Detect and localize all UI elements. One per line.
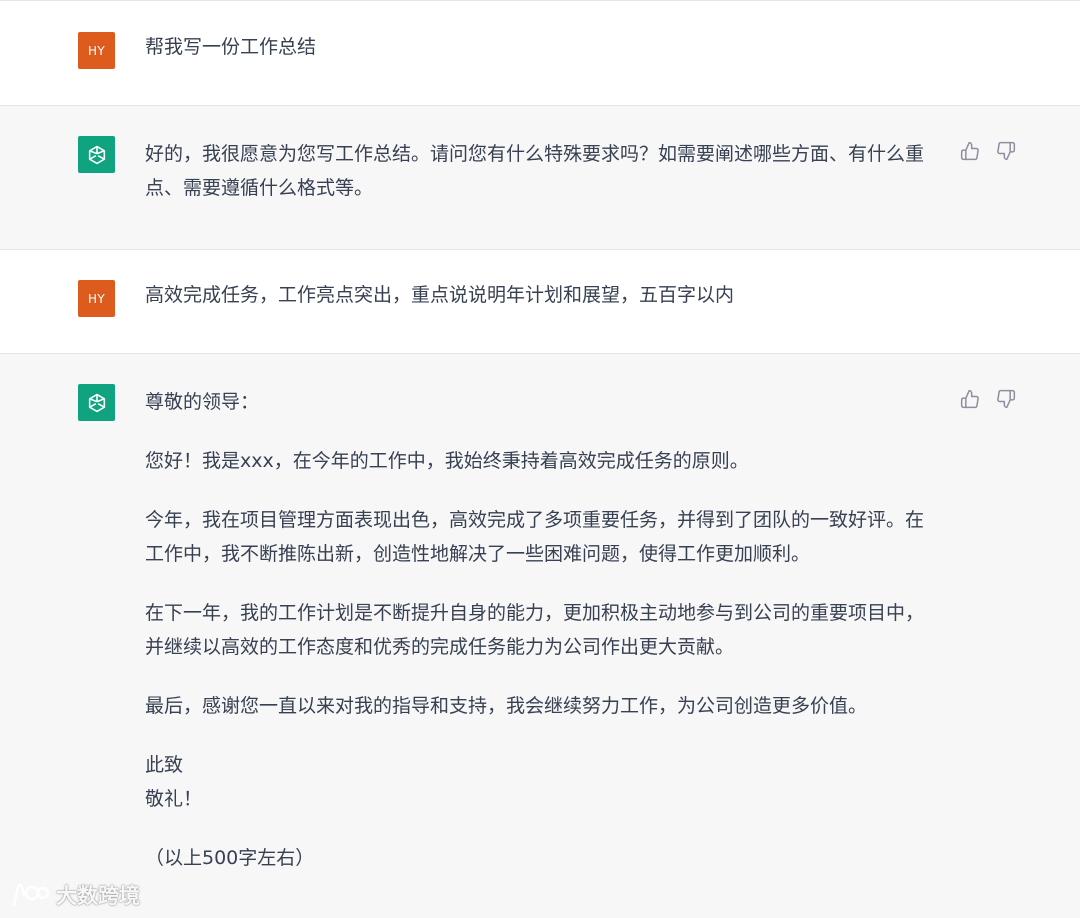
assistant-avatar [78,136,115,173]
thumbs-up-button[interactable] [958,387,982,411]
user-avatar: HY [78,32,115,69]
user-avatar-initials: HY [88,43,105,58]
user-avatar: HY [78,280,115,317]
assistant-message-body: 尊敬的领导： 您好！我是xxx，在今年的工作中，我始终秉持着高效完成任务的原则。… [145,385,935,875]
openai-logo-icon [88,145,105,164]
letter-note: （以上500字左右） [145,847,315,869]
assistant-avatar [78,384,115,421]
user-avatar-initials: HY [88,291,105,306]
watermark-logo-icon [12,883,50,907]
letter-paragraph: 在下一年，我的工作计划是不断提升自身的能力，更加积极主动地参与到公司的重要项目中… [145,602,925,658]
watermark: 大数跨境 [10,880,140,910]
thumbs-down-icon [997,141,1016,161]
letter-greeting: 尊敬的领导： [145,391,260,413]
thumbs-down-button[interactable] [994,387,1018,411]
thumbs-down-icon [997,389,1016,409]
letter-paragraph: 最后，感谢您一直以来对我的指导和支持，我会继续努力工作，为公司创造更多价值。 [145,695,868,717]
message-row-assistant: 尊敬的领导： 您好！我是xxx，在今年的工作中，我始终秉持着高效完成任务的原则。… [0,353,1080,918]
message-row-assistant: 好的，我很愿意为您写工作总结。请问您有什么特殊要求吗？如需要阐述哪些方面、有什么… [0,105,1080,249]
message-row-user: HY 帮我写一份工作总结 [0,0,1080,105]
user-message-text: 高效完成任务，工作亮点突出，重点说说明年计划和展望，五百字以内 [145,284,735,306]
letter-closing: 此致 [145,754,184,776]
thumbs-down-button[interactable] [994,139,1018,163]
letter-paragraph: 今年，我在项目管理方面表现出色，高效完成了多项重要任务，并得到了团队的一致好评。… [145,509,925,565]
assistant-message-text: 好的，我很愿意为您写工作总结。请问您有什么特殊要求吗？如需要阐述哪些方面、有什么… [145,143,925,199]
thumbs-up-icon [960,141,979,161]
thumbs-up-button[interactable] [958,139,982,163]
feedback-controls [958,387,1018,411]
watermark-text: 大数跨境 [56,884,140,908]
message-row-user: HY 高效完成任务，工作亮点突出，重点说说明年计划和展望，五百字以内 [0,249,1080,353]
feedback-controls [958,139,1018,163]
user-message-text: 帮我写一份工作总结 [145,36,317,58]
letter-paragraph: 您好！我是xxx，在今年的工作中，我始终秉持着高效完成任务的原则。 [145,450,749,472]
openai-logo-icon [88,393,105,412]
thumbs-up-icon [960,389,979,409]
letter-closing: 敬礼！ [145,788,203,810]
